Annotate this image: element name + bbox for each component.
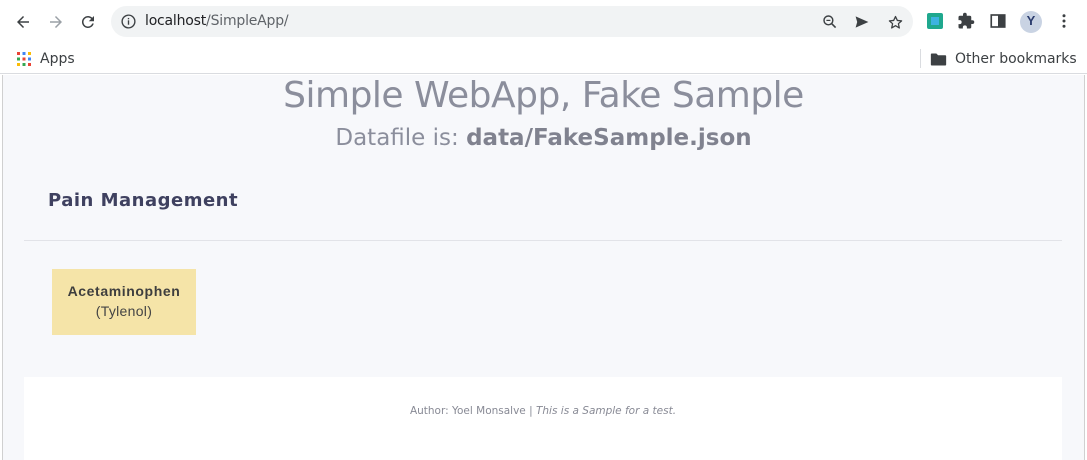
profile-initial: Y [1026,13,1036,28]
drug-card[interactable]: Acetaminophen (Tylenol) [52,269,196,335]
url-text[interactable]: localhost/SimpleApp/ [145,13,289,29]
menu-dots-icon[interactable] [1054,11,1074,31]
apps-grid-icon [17,52,31,66]
footer-text: Author: Yoel Monsalve | This is a Sample… [24,405,1062,417]
arrow-left-icon [17,16,29,28]
star-icon[interactable] [885,12,905,32]
footer: Author: Yoel Monsalve | This is a Sample… [24,377,1062,460]
folder-icon [930,53,947,65]
footer-author: Author: Yoel Monsalve | [409,405,536,417]
drug-brand: (Tylenol) [95,303,153,319]
side-panel-icon[interactable] [988,11,1008,31]
reload-icon [81,15,94,28]
info-icon[interactable] [120,13,137,30]
profile-avatar[interactable]: Y [1019,10,1043,34]
drug-name: Acetaminophen [67,283,181,299]
bookmarks-separator [920,49,921,68]
reload-button[interactable] [75,9,101,35]
bookmarks-bar: Apps Other bookmarks [0,43,1087,74]
page-title: Simple WebApp, Fake Sample [283,75,804,116]
apps-bookmark[interactable]: Apps [16,48,75,70]
footer-note: This is a Sample for a test. [535,405,677,417]
other-bookmarks-label: Other bookmarks [955,51,1077,67]
extension-app-icon[interactable] [925,11,945,31]
other-bookmarks[interactable]: Other bookmarks [930,48,1077,70]
puzzle-icon[interactable] [956,11,976,31]
datafile-subtitle: Datafile is: data/FakeSample.json [3,125,1084,151]
section-divider [24,240,1062,241]
back-button[interactable] [10,9,36,35]
forward-button[interactable] [43,9,69,35]
arrow-right-icon [50,16,62,28]
subtitle-prefix: Datafile is: [335,125,467,151]
section-title: Pain Management [48,190,239,211]
address-bar[interactable]: localhost/SimpleApp/ [111,6,913,37]
url-host: localhost [145,13,207,29]
apps-label: Apps [40,51,75,67]
browser-toolbar: localhost/SimpleApp/ Y [0,0,1087,43]
datafile-name: data/FakeSample.json [466,125,752,151]
zoom-icon[interactable] [820,12,840,32]
page-content: Simple WebApp, Fake Sample Datafile is: … [3,75,1084,460]
url-path: /SimpleApp/ [206,13,289,29]
send-icon[interactable] [852,12,872,32]
